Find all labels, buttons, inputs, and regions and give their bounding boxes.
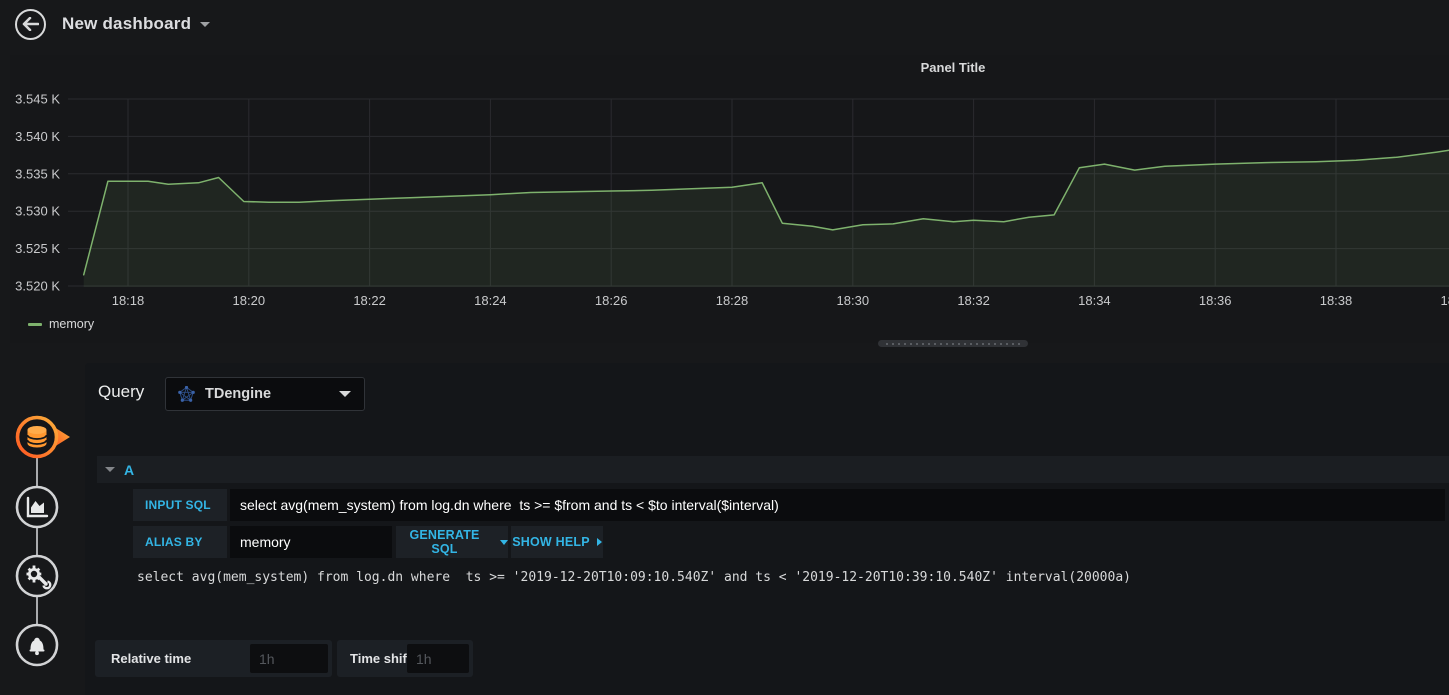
svg-text:3.530 K: 3.530 K <box>15 204 60 219</box>
show-help-label: SHOW HELP <box>512 535 590 549</box>
back-button[interactable] <box>15 8 46 40</box>
svg-text:18:32: 18:32 <box>957 293 990 308</box>
panel-resize-handle[interactable] <box>878 340 1028 347</box>
time-shift-label: Time shift <box>350 651 412 666</box>
relative-time-group: Relative time <box>95 640 332 677</box>
alias-by-field[interactable] <box>230 526 392 558</box>
query-ref-id: A <box>124 461 135 478</box>
svg-text:3.545 K: 3.545 K <box>15 92 60 107</box>
generated-sql-text: select avg(mem_system) from log.dn where… <box>137 570 1131 585</box>
show-help-arrow-icon <box>596 538 602 546</box>
legend-color-swatch <box>28 322 42 326</box>
database-icon <box>26 426 48 448</box>
collapse-caret-icon[interactable] <box>105 467 115 472</box>
svg-text:18:40: 18:40 <box>1441 293 1449 308</box>
tab-alert[interactable] <box>13 621 61 669</box>
relative-time-input[interactable] <box>250 644 328 673</box>
svg-text:18:30: 18:30 <box>837 293 870 308</box>
generate-sql-button[interactable]: GENERATE SQL <box>396 526 508 558</box>
query-editor-panel: Query TDengine A INPUT SQL select avg(me… <box>85 363 1449 695</box>
tdengine-logo-icon <box>178 385 195 402</box>
svg-text:3.525 K: 3.525 K <box>15 241 60 256</box>
dashboard-title-caret-icon[interactable] <box>200 21 211 27</box>
query-ref-row[interactable]: A <box>97 456 1449 483</box>
generate-sql-caret-icon <box>500 539 508 545</box>
top-bar: New dashboard <box>0 0 1449 48</box>
alias-by-label: ALIAS BY <box>133 526 227 558</box>
tab-visualization[interactable] <box>13 483 61 531</box>
legend[interactable]: memory <box>28 317 94 331</box>
time-series-chart[interactable]: 3.520 K 3.525 K 3.530 K 3.535 K 3.540 K 3.545… <box>10 85 1449 343</box>
svg-text:18:28: 18:28 <box>716 293 749 308</box>
svg-text:18:18: 18:18 <box>112 293 145 308</box>
panel-title[interactable]: Panel Title <box>921 60 986 75</box>
input-sql-label: INPUT SQL <box>133 489 227 521</box>
svg-text:3.535 K: 3.535 K <box>15 166 60 181</box>
time-shift-group: Time shift <box>337 640 473 677</box>
datasource-picker[interactable]: TDengine <box>165 377 365 411</box>
arrow-left-icon <box>22 17 39 31</box>
legend-series-label[interactable]: memory <box>49 317 94 331</box>
generate-sql-label: GENERATE SQL <box>409 528 480 556</box>
grafana-panel-editor: New dashboard Panel Title 3.520 K 3.525 K… <box>0 0 1449 695</box>
svg-text:18:24: 18:24 <box>474 293 507 308</box>
input-sql-field[interactable] <box>230 489 1445 521</box>
show-help-button[interactable]: SHOW HELP <box>511 526 603 558</box>
graph-panel: Panel Title 3.520 K 3.525 K 3.530 K 3.535 K… <box>10 55 1449 343</box>
tab-rail-connector <box>36 437 38 645</box>
svg-text:18:22: 18:22 <box>353 293 386 308</box>
svg-text:18:20: 18:20 <box>233 293 266 308</box>
tab-queries[interactable] <box>15 415 73 459</box>
svg-text:18:26: 18:26 <box>595 293 628 308</box>
time-shift-input[interactable] <box>407 644 469 673</box>
datasource-caret-icon <box>339 391 351 397</box>
relative-time-label: Relative time <box>111 651 192 666</box>
svg-text:18:38: 18:38 <box>1320 293 1353 308</box>
datasource-name: TDengine <box>205 386 272 402</box>
tab-general[interactable] <box>13 552 61 600</box>
svg-text:3.520 K: 3.520 K <box>15 279 60 294</box>
dashboard-title[interactable]: New dashboard <box>62 14 191 34</box>
svg-text:18:34: 18:34 <box>1078 293 1111 308</box>
query-section-heading: Query <box>98 382 145 401</box>
svg-text:18:36: 18:36 <box>1199 293 1232 308</box>
svg-text:3.540 K: 3.540 K <box>15 129 60 144</box>
